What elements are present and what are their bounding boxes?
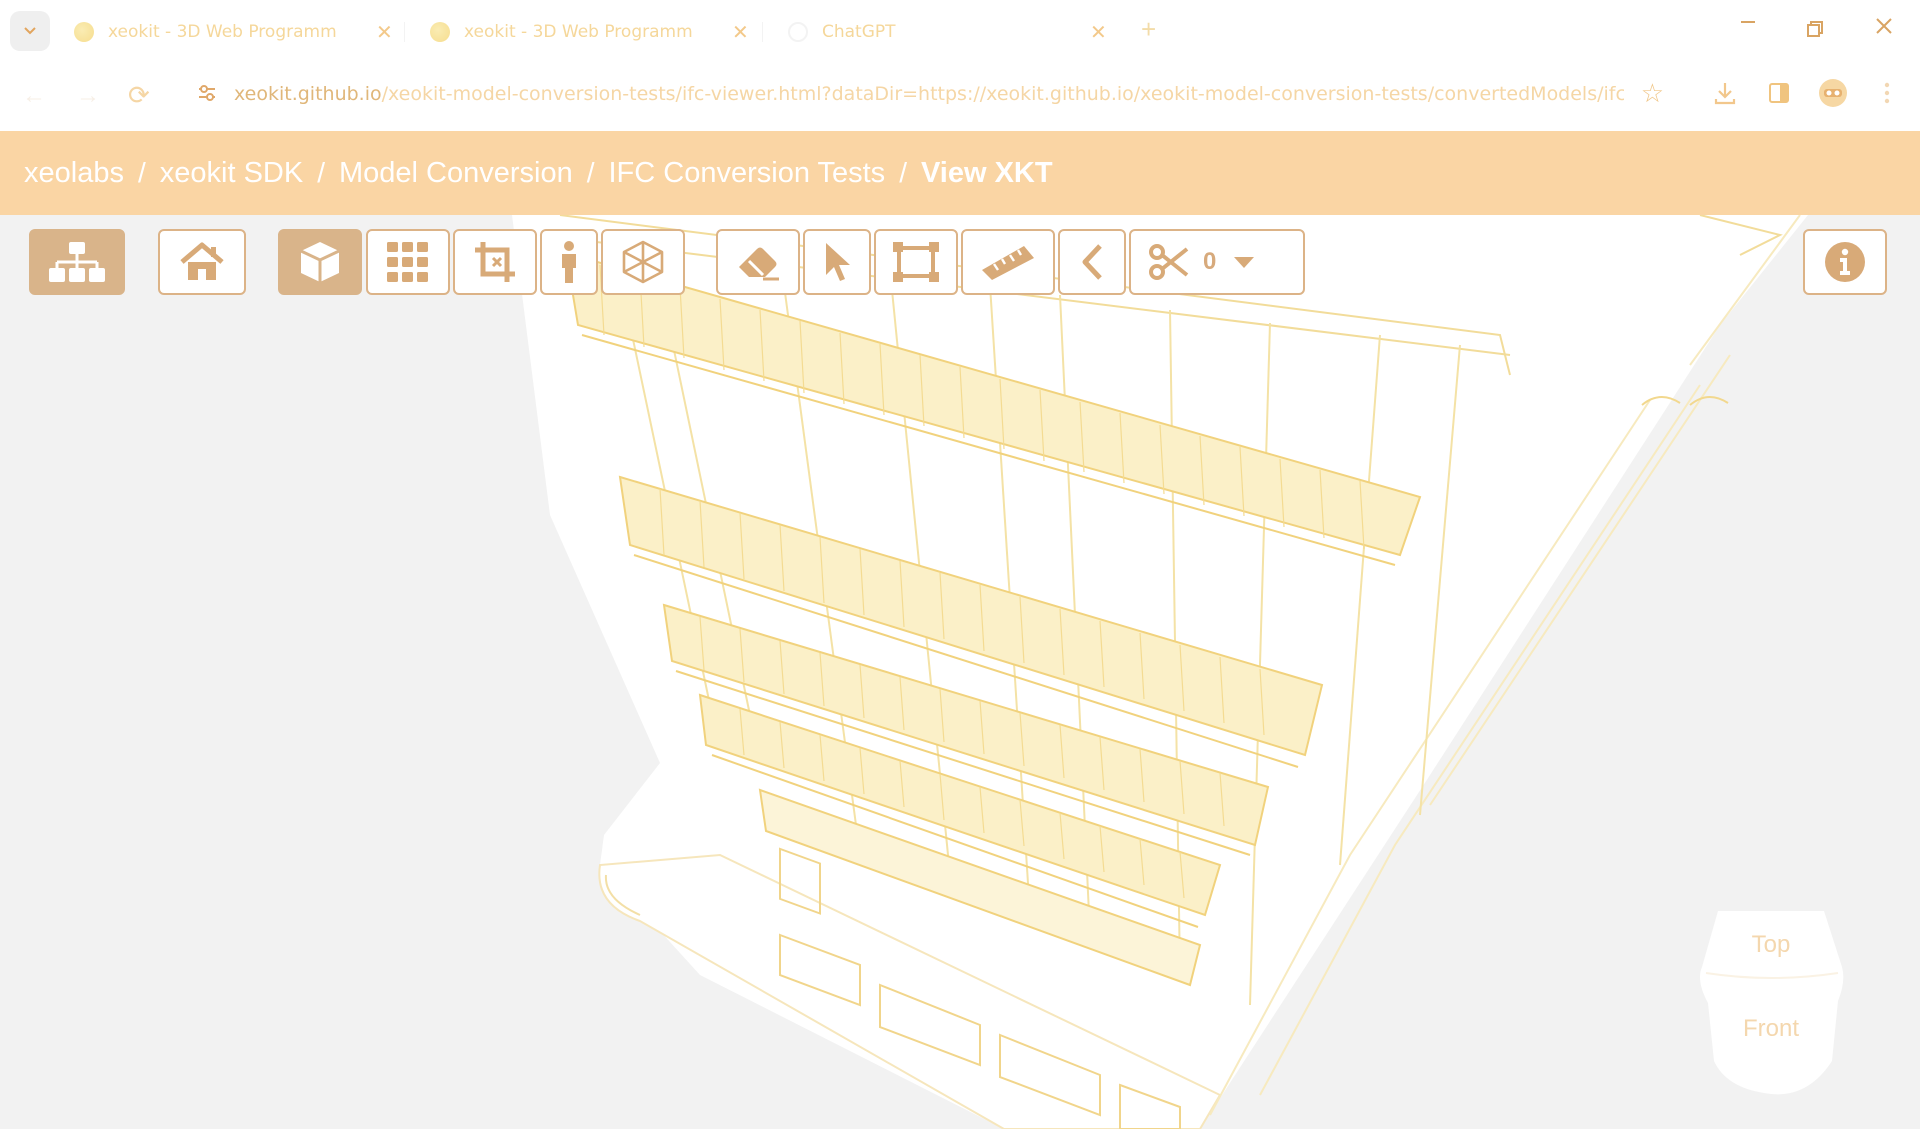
ortho-button[interactable] xyxy=(453,229,537,295)
tab-separator xyxy=(762,22,763,42)
tab-title: ChatGPT xyxy=(822,22,896,42)
explorer-button[interactable] xyxy=(29,229,125,295)
info-icon xyxy=(1825,242,1865,282)
side-panel-icon[interactable] xyxy=(1764,78,1794,108)
breadcrumb-view-xkt: View XKT xyxy=(920,156,1053,189)
cursor-icon xyxy=(826,243,850,281)
breadcrumb-xeolabs[interactable]: xeolabs xyxy=(24,157,124,190)
home-icon xyxy=(180,242,224,280)
breadcrumb-separator: / xyxy=(317,157,325,188)
crop-icon xyxy=(475,242,515,282)
cube-icon xyxy=(300,242,340,282)
breadcrumb-model-conversion[interactable]: Model Conversion xyxy=(339,157,573,190)
browser-tabbar: xeokit - 3D Web Programmin ✕ xeokit - 3D… xyxy=(0,0,1920,60)
url-path: /xeokit-model-conversion-tests/ifc-viewe… xyxy=(381,83,1624,105)
tab-title: xeokit - 3D Web Programmin xyxy=(108,22,338,42)
reload-icon[interactable]: ⟳ xyxy=(128,80,150,111)
breadcrumb-separator: / xyxy=(586,157,595,188)
tab-separator xyxy=(404,22,405,42)
back-icon[interactable]: ← xyxy=(22,82,46,110)
info-button[interactable] xyxy=(1803,229,1887,295)
xray-button[interactable] xyxy=(601,229,685,295)
close-icon[interactable]: ✕ xyxy=(376,20,393,44)
forward-icon[interactable]: → xyxy=(76,82,100,110)
nav-cube-top-face[interactable]: Top xyxy=(1696,931,1846,959)
viewer-canvas[interactable]: 0 Top Front xyxy=(0,215,1920,1129)
browser-tab-1[interactable]: xeokit - 3D Web Programmin ✕ xyxy=(74,14,393,50)
nav-cube-front-face[interactable]: Front xyxy=(1696,1015,1846,1043)
breadcrumb-ifc-conversion-tests[interactable]: IFC Conversion Tests xyxy=(609,157,886,190)
close-window-icon[interactable] xyxy=(1874,16,1894,42)
tab-search-button[interactable] xyxy=(10,11,50,51)
tab-title: xeokit - 3D Web Programmin xyxy=(464,22,694,42)
url-host: xeokit.github.io xyxy=(234,83,382,105)
nav-cube[interactable]: Top Front xyxy=(1696,911,1846,1095)
browser-tab-3[interactable]: ChatGPT ✕ xyxy=(788,14,1107,50)
wire-cube-icon xyxy=(622,240,664,284)
breadcrumb-xeokit-sdk[interactable]: xeokit SDK xyxy=(160,157,303,190)
building-model xyxy=(512,215,1808,1129)
globe-icon xyxy=(74,22,94,42)
sitemap-icon xyxy=(49,242,105,282)
section-tool-button[interactable]: 0 xyxy=(1129,229,1305,295)
person-icon xyxy=(562,241,576,283)
close-icon[interactable]: ✕ xyxy=(732,20,749,44)
download-icon[interactable] xyxy=(1710,78,1740,108)
bookmark-star-icon[interactable]: ☆ xyxy=(1641,78,1664,109)
marquee-icon xyxy=(893,242,939,282)
eraser-icon xyxy=(739,247,779,281)
fit-view-button[interactable] xyxy=(366,229,450,295)
browser-menu-icon[interactable] xyxy=(1872,78,1902,108)
marquee-tool-button[interactable] xyxy=(874,229,958,295)
chevron-down-icon xyxy=(24,27,36,35)
perspective-button[interactable] xyxy=(278,229,362,295)
url-text: xeokit.github.io/xeokit-model-conversion… xyxy=(234,83,1624,105)
angle-tool-button[interactable] xyxy=(1058,229,1126,295)
breadcrumb-separator: / xyxy=(899,157,907,188)
globe-icon xyxy=(430,22,450,42)
url-bar[interactable]: xeokit.github.io/xeokit-model-conversion… xyxy=(178,68,1684,120)
scissors-icon xyxy=(1149,244,1189,280)
angle-icon xyxy=(1082,244,1102,280)
select-tool-button[interactable] xyxy=(803,229,871,295)
breadcrumb-separator: / xyxy=(137,157,146,188)
section-plane-count: 0 xyxy=(1203,248,1217,275)
hide-tool-button[interactable] xyxy=(716,229,800,295)
browser-tab-2[interactable]: xeokit - 3D Web Programmin ✕ xyxy=(430,14,749,50)
minimize-icon[interactable] xyxy=(1738,12,1758,38)
first-person-button[interactable] xyxy=(540,229,598,295)
grid-icon xyxy=(387,242,428,282)
profile-avatar-icon[interactable] xyxy=(1818,78,1848,108)
breadcrumb: xeolabs / xeokit SDK / Model Conversion … xyxy=(0,131,1920,215)
reset-view-button[interactable] xyxy=(158,229,246,295)
restore-icon[interactable] xyxy=(1806,18,1824,44)
close-icon[interactable]: ✕ xyxy=(1090,20,1107,44)
measure-tool-button[interactable] xyxy=(961,229,1055,295)
ruler-icon xyxy=(982,246,1034,280)
caret-down-icon[interactable] xyxy=(1232,255,1256,269)
openai-icon xyxy=(788,22,808,42)
site-settings-icon[interactable] xyxy=(196,82,218,104)
browser-address-bar: ← → ⟳ xeokit.github.io/xeokit-model-conv… xyxy=(0,60,1920,132)
new-tab-icon[interactable]: + xyxy=(1141,14,1156,45)
